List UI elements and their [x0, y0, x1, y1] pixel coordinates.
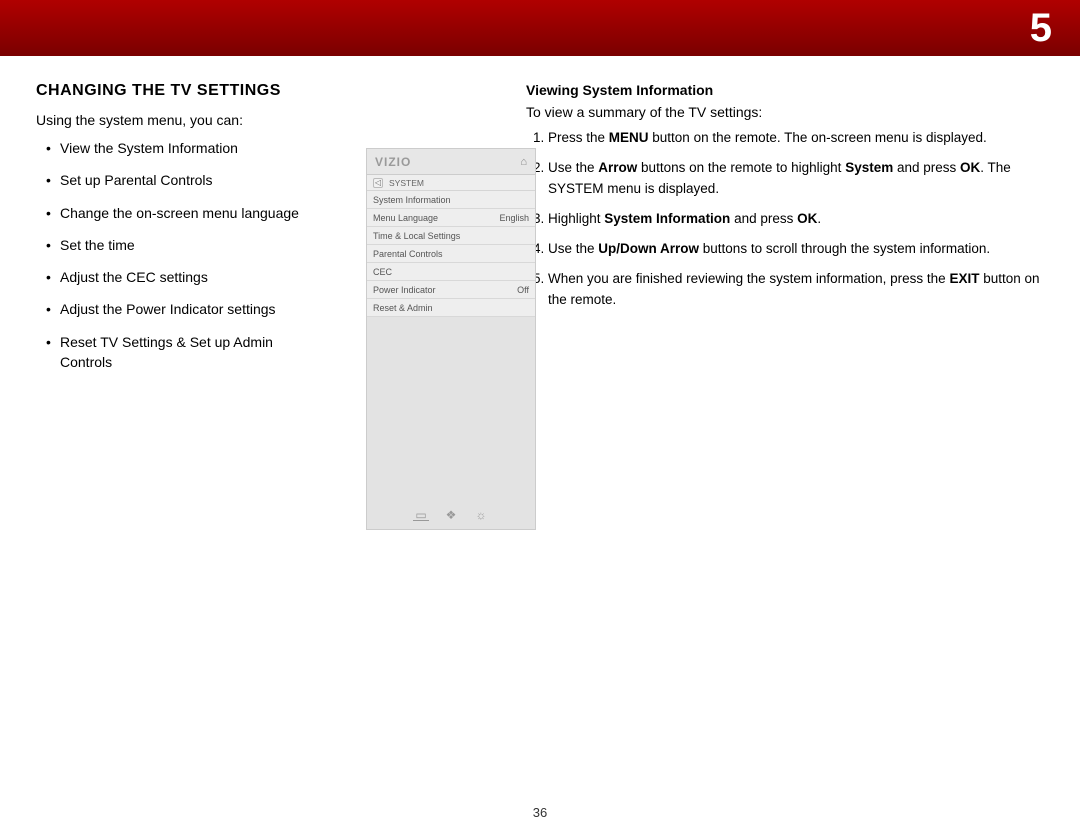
step-item: Use the Arrow buttons on the remote to h…: [548, 158, 1044, 199]
osd-row: Reset & Admin: [367, 299, 535, 317]
steps-list: Press the MENU button on the remote. The…: [526, 128, 1044, 310]
osd-footer-icons: ▭ ❖ ☼: [367, 509, 535, 521]
list-item: Adjust the CEC settings: [60, 267, 310, 287]
v-icon: ❖: [443, 509, 459, 521]
list-item: Change the on-screen menu language: [60, 203, 310, 223]
subsection-heading: Viewing System Information: [526, 82, 1044, 98]
osd-row: System Information: [367, 191, 535, 209]
list-item: View the System Information: [60, 138, 310, 158]
osd-row: Menu LanguageEnglish: [367, 209, 535, 227]
osd-row: CEC: [367, 263, 535, 281]
chapter-banner: 5: [0, 0, 1080, 56]
osd-row: Time & Local Settings: [367, 227, 535, 245]
osd-title: SYSTEM: [389, 178, 424, 188]
osd-logo: VIZIO: [375, 155, 411, 169]
step-item: Use the Up/Down Arrow buttons to scroll …: [548, 239, 1044, 259]
list-item: Adjust the Power Indicator settings: [60, 299, 310, 319]
step-item: Highlight System Information and press O…: [548, 209, 1044, 229]
wide-icon: ▭: [413, 509, 429, 521]
chapter-number: 5: [1030, 6, 1052, 51]
list-item: Reset TV Settings & Set up Admin Control…: [60, 332, 310, 373]
intro-text: Using the system menu, you can:: [36, 112, 496, 128]
gear-icon: ☼: [473, 509, 489, 521]
list-item: Set the time: [60, 235, 310, 255]
back-arrow-icon: ◁: [373, 178, 383, 188]
page-number: 36: [0, 805, 1080, 820]
osd-row: Parental Controls: [367, 245, 535, 263]
osd-row: Power IndicatorOff: [367, 281, 535, 299]
home-icon: ⌂: [520, 156, 527, 168]
step-item: When you are finished reviewing the syst…: [548, 269, 1044, 310]
list-item: Set up Parental Controls: [60, 170, 310, 190]
osd-breadcrumb: ◁ SYSTEM: [367, 175, 535, 191]
intro-text: To view a summary of the TV settings:: [526, 104, 1044, 120]
osd-menu: VIZIO ⌂ ◁ SYSTEM System Information Menu…: [366, 148, 536, 530]
section-heading: CHANGING THE TV SETTINGS: [36, 82, 496, 100]
step-item: Press the MENU button on the remote. The…: [548, 128, 1044, 148]
